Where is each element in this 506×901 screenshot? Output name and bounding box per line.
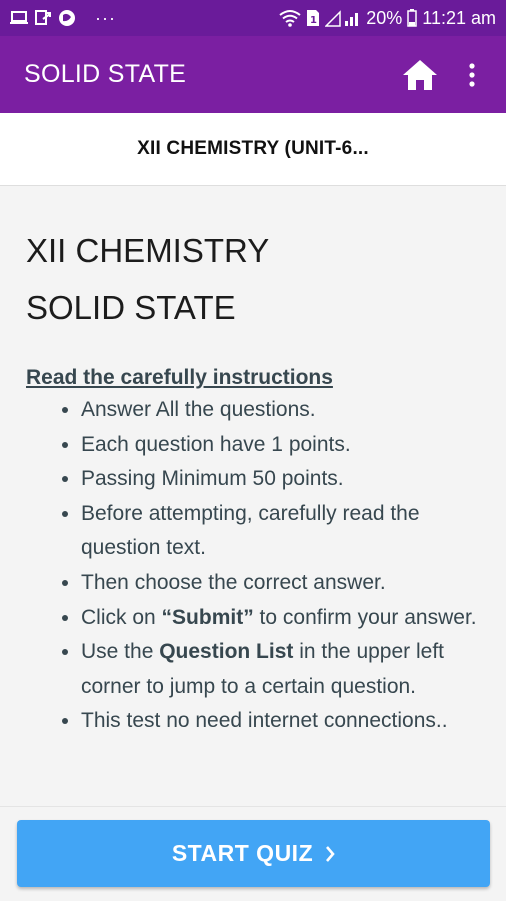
instruction-text: Use the <box>81 640 160 664</box>
home-button[interactable] <box>400 55 440 95</box>
instruction-item: This test no need internet connections.. <box>81 704 486 739</box>
more-vert-icon <box>469 62 475 87</box>
wifi-icon <box>279 9 301 27</box>
instruction-bold: Question List <box>159 640 294 664</box>
instruction-item: Answer All the questions. <box>81 393 486 428</box>
footer-bar: START QUIZ <box>0 806 506 901</box>
signal-icon <box>325 9 361 27</box>
app-bar: SOLID STATE <box>0 36 506 113</box>
chevron-right-icon <box>325 845 335 863</box>
battery-icon <box>407 9 418 27</box>
instruction-item: Before attempting, carefully read the qu… <box>81 497 486 566</box>
sim-icon: 1 <box>306 9 320 27</box>
instruction-item: Use the Question List in the upper left … <box>81 635 486 704</box>
instruction-text: Click on <box>81 605 162 629</box>
notification-icons: ··· <box>10 8 116 29</box>
start-quiz-label: START QUIZ <box>171 840 314 866</box>
instruction-text: to confirm your answer. <box>253 605 477 629</box>
screen-icon <box>10 10 28 26</box>
instruction-item: Each question have 1 points. <box>81 428 486 463</box>
home-icon <box>403 59 437 90</box>
status-bar: ··· 1 20% 11:21 am <box>0 0 506 36</box>
instruction-item: Click on “Submit” to confirm your answer… <box>81 601 486 636</box>
share-icon <box>35 10 51 26</box>
quiz-title: XII CHEMISTRY (UNIT-6... <box>137 138 369 159</box>
battery-percent: 20% <box>366 7 403 28</box>
instruction-item: Passing Minimum 50 points. <box>81 462 486 497</box>
instructions-list: Answer All the questions. Each question … <box>26 393 486 739</box>
instruction-bold: “Submit” <box>161 605 254 629</box>
overflow-menu-button[interactable] <box>462 55 482 95</box>
more-dots-icon: ··· <box>95 7 116 28</box>
instruction-item: Then choose the correct answer. <box>81 566 486 601</box>
instructions-heading: Read the carefully instructions <box>26 366 333 389</box>
app-title: SOLID STATE <box>24 60 187 88</box>
quiz-subheader: XII CHEMISTRY (UNIT-6... <box>0 113 506 186</box>
clock: 11:21 am <box>422 7 496 28</box>
svg-text:1: 1 <box>310 15 317 26</box>
quiz-intro: XII CHEMISTRY SOLID STATE Read the caref… <box>26 222 486 739</box>
intro-title-line: SOLID STATE <box>26 289 236 326</box>
browser-icon <box>58 9 76 27</box>
intro-title-line: XII CHEMISTRY <box>26 232 270 269</box>
start-quiz-button[interactable]: START QUIZ <box>17 820 490 887</box>
